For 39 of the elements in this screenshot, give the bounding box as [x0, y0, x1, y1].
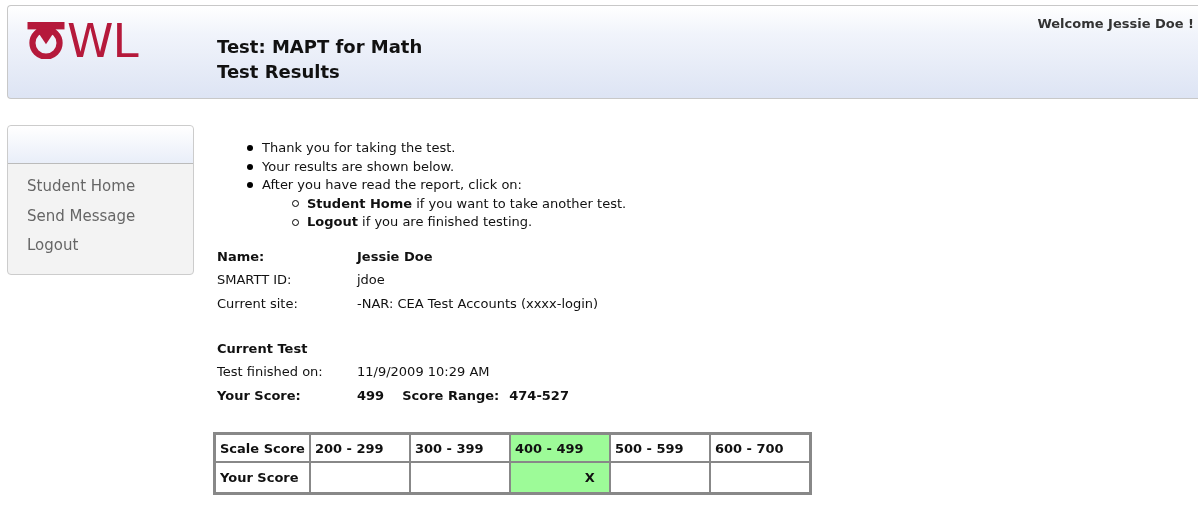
logo-text: WL	[67, 17, 138, 64]
field-value: -NAR: CEA Test Accounts (xxxx-login)	[357, 294, 599, 313]
sidebar-link[interactable]: Student Home	[27, 172, 136, 202]
score-value: 499	[357, 386, 385, 405]
table-header: 200 - 299	[309, 434, 410, 462]
sidebar-link[interactable]: Send Message	[27, 201, 136, 231]
instruction-text: Logout if you are finished testing.	[307, 213, 533, 231]
field-value: jdoe	[357, 271, 385, 289]
bullet-icon	[292, 200, 299, 208]
table-header: 500 - 599	[609, 434, 710, 462]
table-header: Scale Score	[215, 434, 310, 462]
instruction-text: Thank you for taking the test.	[262, 139, 456, 157]
field-label: SMARTT ID:	[217, 271, 293, 289]
instruction-text: Your results are shown below.	[262, 157, 455, 176]
page-subtitle: Test Results	[217, 60, 341, 84]
instruction-text: Student Home if you want to take another test.	[307, 194, 627, 213]
table-header: 600 - 700	[709, 434, 810, 462]
table-header: Your Score	[215, 462, 310, 493]
table-cell: X	[509, 462, 610, 493]
table-header: 400 - 499	[509, 434, 610, 462]
welcome-text: Welcome Jessie Doe !	[1037, 16, 1194, 31]
table-header: 300 - 399	[409, 434, 510, 462]
bullet-icon	[247, 182, 253, 189]
instruction-text: After you have read the report, click on:	[262, 176, 522, 194]
field-label: Current site:	[217, 294, 299, 313]
section-heading: Current Test	[217, 340, 309, 358]
bullet-icon	[247, 163, 253, 170]
field-label: Test finished on:	[217, 363, 324, 381]
field-label: Your Score:	[217, 386, 302, 405]
page-title: Test: MAPT for Math	[217, 35, 423, 59]
sidebar-link[interactable]: Logout	[27, 231, 79, 261]
field-value: Jessie Doe	[357, 247, 433, 266]
logo-icon	[25, 22, 67, 59]
field-label: Score Range:	[402, 386, 500, 405]
field-label: Name:	[217, 247, 266, 266]
score-range: 474-527	[509, 386, 569, 405]
bullet-icon	[292, 218, 299, 226]
bullet-icon	[247, 145, 253, 152]
field-value: 11/9/2009 10:29 AM	[357, 363, 490, 381]
